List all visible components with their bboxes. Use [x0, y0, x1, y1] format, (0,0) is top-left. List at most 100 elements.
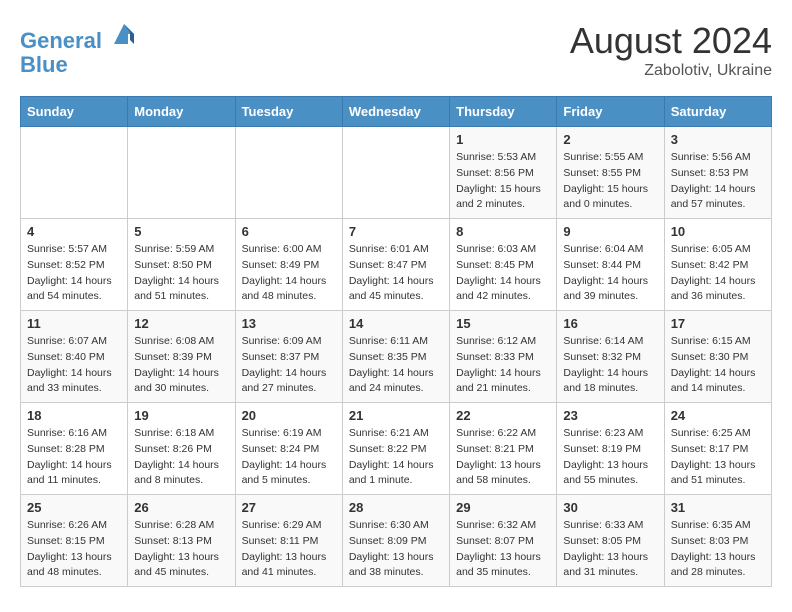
- calendar-cell: 9 Sunrise: 6:04 AMSunset: 8:44 PMDaylight…: [557, 219, 664, 311]
- day-info: Sunrise: 6:01 AMSunset: 8:47 PMDaylight:…: [349, 242, 443, 305]
- day-number: 5: [134, 224, 228, 239]
- calendar-cell: 25 Sunrise: 6:26 AMSunset: 8:15 PMDayligh…: [21, 495, 128, 587]
- day-info: Sunrise: 6:16 AMSunset: 8:28 PMDaylight:…: [27, 426, 121, 489]
- day-info: Sunrise: 6:29 AMSunset: 8:11 PMDaylight:…: [242, 518, 336, 581]
- col-wednesday: Wednesday: [342, 97, 449, 127]
- calendar-cell: 23 Sunrise: 6:23 AMSunset: 8:19 PMDayligh…: [557, 403, 664, 495]
- day-number: 29: [456, 500, 550, 515]
- calendar-cell: [128, 127, 235, 219]
- calendar-cell: 17 Sunrise: 6:15 AMSunset: 8:30 PMDayligh…: [664, 311, 771, 403]
- col-friday: Friday: [557, 97, 664, 127]
- col-monday: Monday: [128, 97, 235, 127]
- calendar-cell: 10Sunrise: 6:05 AMSunset: 8:42 PMDayligh…: [664, 219, 771, 311]
- day-number: 23: [563, 408, 657, 423]
- day-number: 16: [563, 316, 657, 331]
- day-number: 2: [563, 132, 657, 147]
- calendar-cell: 1Sunrise: 5:53 AMSunset: 8:56 PMDaylight…: [450, 127, 557, 219]
- day-info: Sunrise: 6:35 AMSunset: 8:03 PMDaylight:…: [671, 518, 765, 581]
- month-year: August 2024: [570, 20, 772, 62]
- day-number: 14: [349, 316, 443, 331]
- day-number: 10: [671, 224, 765, 239]
- calendar-table: Sunday Monday Tuesday Wednesday Thursday…: [20, 96, 772, 587]
- day-info: Sunrise: 6:28 AMSunset: 8:13 PMDaylight:…: [134, 518, 228, 581]
- calendar-cell: 11Sunrise: 6:07 AMSunset: 8:40 PMDayligh…: [21, 311, 128, 403]
- calendar-cell: [235, 127, 342, 219]
- day-info: Sunrise: 6:15 AMSunset: 8:30 PMDaylight:…: [671, 334, 765, 397]
- calendar-cell: 15 Sunrise: 6:12 AMSunset: 8:33 PMDayligh…: [450, 311, 557, 403]
- day-number: 7: [349, 224, 443, 239]
- calendar-cell: 7 Sunrise: 6:01 AMSunset: 8:47 PMDaylight…: [342, 219, 449, 311]
- day-number: 15: [456, 316, 550, 331]
- day-info: Sunrise: 5:59 AMSunset: 8:50 PMDaylight:…: [134, 242, 228, 305]
- calendar-cell: 4 Sunrise: 5:57 AMSunset: 8:52 PMDaylight…: [21, 219, 128, 311]
- col-sunday: Sunday: [21, 97, 128, 127]
- logo: General Blue: [20, 20, 138, 77]
- day-info: Sunrise: 6:22 AMSunset: 8:21 PMDaylight:…: [456, 426, 550, 489]
- calendar-week-row: 4 Sunrise: 5:57 AMSunset: 8:52 PMDaylight…: [21, 219, 772, 311]
- day-number: 27: [242, 500, 336, 515]
- day-number: 8: [456, 224, 550, 239]
- day-number: 20: [242, 408, 336, 423]
- calendar-week-row: 18 Sunrise: 6:16 AMSunset: 8:28 PMDayligh…: [21, 403, 772, 495]
- day-info: Sunrise: 6:23 AMSunset: 8:19 PMDaylight:…: [563, 426, 657, 489]
- day-number: 4: [27, 224, 121, 239]
- day-number: 11: [27, 316, 121, 331]
- col-tuesday: Tuesday: [235, 97, 342, 127]
- day-number: 18: [27, 408, 121, 423]
- day-info: Sunrise: 6:12 AMSunset: 8:33 PMDaylight:…: [456, 334, 550, 397]
- calendar-cell: 5 Sunrise: 5:59 AMSunset: 8:50 PMDaylight…: [128, 219, 235, 311]
- location: Zabolotiv, Ukraine: [570, 62, 772, 80]
- day-info: Sunrise: 6:30 AMSunset: 8:09 PMDaylight:…: [349, 518, 443, 581]
- day-number: 17: [671, 316, 765, 331]
- day-info: Sunrise: 6:18 AMSunset: 8:26 PMDaylight:…: [134, 426, 228, 489]
- day-info: Sunrise: 6:21 AMSunset: 8:22 PMDaylight:…: [349, 426, 443, 489]
- col-thursday: Thursday: [450, 97, 557, 127]
- day-info: Sunrise: 6:04 AMSunset: 8:44 PMDaylight:…: [563, 242, 657, 305]
- day-info: Sunrise: 6:19 AMSunset: 8:24 PMDaylight:…: [242, 426, 336, 489]
- day-info: Sunrise: 6:14 AMSunset: 8:32 PMDaylight:…: [563, 334, 657, 397]
- calendar-cell: 30 Sunrise: 6:33 AMSunset: 8:05 PMDayligh…: [557, 495, 664, 587]
- calendar-week-row: 1Sunrise: 5:53 AMSunset: 8:56 PMDaylight…: [21, 127, 772, 219]
- logo-general: General: [20, 28, 102, 53]
- day-info: Sunrise: 6:32 AMSunset: 8:07 PMDaylight:…: [456, 518, 550, 581]
- day-number: 12: [134, 316, 228, 331]
- calendar-cell: 27 Sunrise: 6:29 AMSunset: 8:11 PMDayligh…: [235, 495, 342, 587]
- calendar-cell: 31Sunrise: 6:35 AMSunset: 8:03 PMDayligh…: [664, 495, 771, 587]
- calendar-cell: [21, 127, 128, 219]
- day-info: Sunrise: 6:33 AMSunset: 8:05 PMDaylight:…: [563, 518, 657, 581]
- header-row: Sunday Monday Tuesday Wednesday Thursday…: [21, 97, 772, 127]
- day-info: Sunrise: 6:03 AMSunset: 8:45 PMDaylight:…: [456, 242, 550, 305]
- day-number: 22: [456, 408, 550, 423]
- calendar-cell: 24Sunrise: 6:25 AMSunset: 8:17 PMDayligh…: [664, 403, 771, 495]
- day-number: 25: [27, 500, 121, 515]
- logo-text: General: [20, 20, 138, 53]
- logo-icon: [110, 20, 138, 48]
- calendar-cell: 29 Sunrise: 6:32 AMSunset: 8:07 PMDayligh…: [450, 495, 557, 587]
- calendar-header: Sunday Monday Tuesday Wednesday Thursday…: [21, 97, 772, 127]
- calendar-cell: 2 Sunrise: 5:55 AMSunset: 8:55 PMDaylight…: [557, 127, 664, 219]
- calendar-cell: 14Sunrise: 6:11 AMSunset: 8:35 PMDayligh…: [342, 311, 449, 403]
- day-info: Sunrise: 5:56 AMSunset: 8:53 PMDaylight:…: [671, 150, 765, 213]
- calendar-cell: 19Sunrise: 6:18 AMSunset: 8:26 PMDayligh…: [128, 403, 235, 495]
- calendar-body: 1Sunrise: 5:53 AMSunset: 8:56 PMDaylight…: [21, 127, 772, 587]
- day-info: Sunrise: 6:00 AMSunset: 8:49 PMDaylight:…: [242, 242, 336, 305]
- day-number: 9: [563, 224, 657, 239]
- calendar-cell: 6 Sunrise: 6:00 AMSunset: 8:49 PMDaylight…: [235, 219, 342, 311]
- page-header: General Blue August 2024 Zabolotiv, Ukra…: [20, 20, 772, 80]
- day-info: Sunrise: 6:09 AMSunset: 8:37 PMDaylight:…: [242, 334, 336, 397]
- calendar-cell: 8 Sunrise: 6:03 AMSunset: 8:45 PMDaylight…: [450, 219, 557, 311]
- day-info: Sunrise: 5:55 AMSunset: 8:55 PMDaylight:…: [563, 150, 657, 213]
- calendar-cell: 20 Sunrise: 6:19 AMSunset: 8:24 PMDayligh…: [235, 403, 342, 495]
- day-number: 21: [349, 408, 443, 423]
- day-number: 1: [456, 132, 550, 147]
- day-info: Sunrise: 5:57 AMSunset: 8:52 PMDaylight:…: [27, 242, 121, 305]
- day-info: Sunrise: 6:25 AMSunset: 8:17 PMDaylight:…: [671, 426, 765, 489]
- calendar-week-row: 25 Sunrise: 6:26 AMSunset: 8:15 PMDayligh…: [21, 495, 772, 587]
- day-number: 30: [563, 500, 657, 515]
- day-info: Sunrise: 6:26 AMSunset: 8:15 PMDaylight:…: [27, 518, 121, 581]
- calendar-week-row: 11Sunrise: 6:07 AMSunset: 8:40 PMDayligh…: [21, 311, 772, 403]
- calendar-cell: 16 Sunrise: 6:14 AMSunset: 8:32 PMDayligh…: [557, 311, 664, 403]
- logo-blue: Blue: [20, 53, 138, 77]
- title-area: August 2024 Zabolotiv, Ukraine: [570, 20, 772, 80]
- day-number: 6: [242, 224, 336, 239]
